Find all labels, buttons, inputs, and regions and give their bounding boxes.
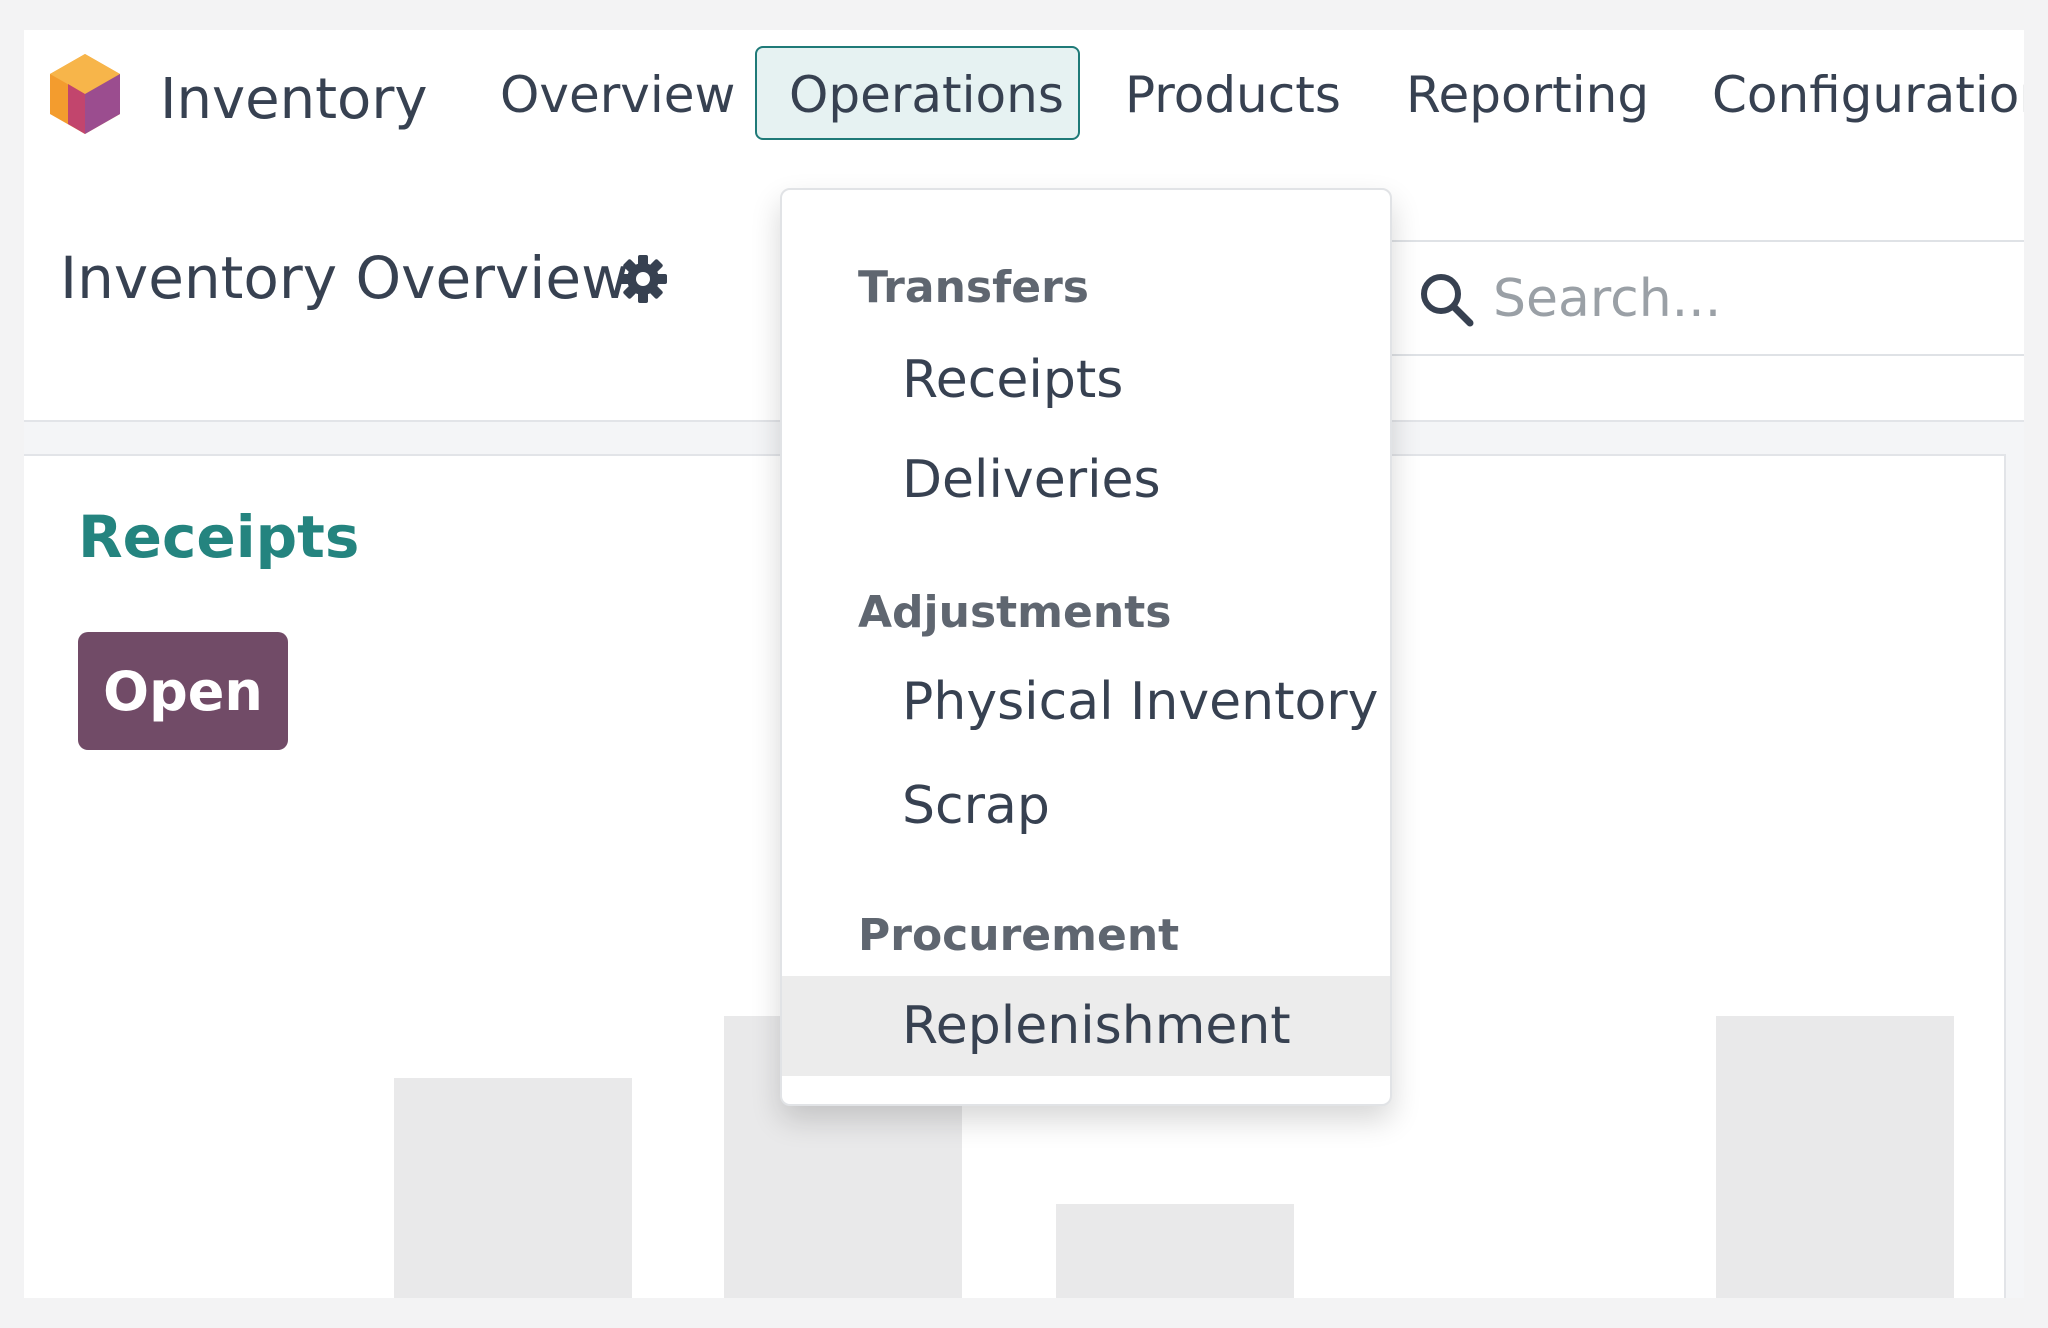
dropdown-item-replenishment[interactable]: Replenishment <box>782 976 1390 1076</box>
dropdown-header-transfers: Transfers <box>858 262 1089 313</box>
graph-placeholder-bar <box>1056 1204 1294 1298</box>
app-name[interactable]: Inventory <box>160 66 427 134</box>
gear-icon[interactable] <box>618 254 668 304</box>
nav-reporting[interactable]: Reporting <box>1372 46 1683 140</box>
dropdown-item-physical-inventory[interactable]: Physical Inventory <box>782 652 1390 752</box>
page-title[interactable]: Inventory Overview <box>60 242 629 314</box>
search-icon <box>1421 274 1474 327</box>
search-box[interactable] <box>1379 240 2024 356</box>
nav-configuration[interactable]: Configuration <box>1678 46 2024 140</box>
nav-operations[interactable]: Operations <box>755 46 1080 140</box>
dropdown-header-procurement: Procurement <box>858 910 1180 961</box>
app-window: Inventory Overview Operations Products R… <box>24 30 2024 1298</box>
graph-placeholder-bar <box>394 1078 632 1298</box>
inventory-logo-icon[interactable] <box>46 52 124 136</box>
dropdown-header-adjustments: Adjustments <box>858 587 1172 638</box>
nav-products[interactable]: Products <box>1091 46 1375 140</box>
operations-dropdown-menu: Transfers Receipts Deliveries Adjustment… <box>780 188 1392 1106</box>
nav-overview[interactable]: Overview <box>466 46 769 140</box>
dropdown-item-scrap[interactable]: Scrap <box>782 756 1390 856</box>
top-navbar: Inventory Overview Operations Products R… <box>24 30 2024 160</box>
dropdown-item-deliveries[interactable]: Deliveries <box>782 430 1390 530</box>
graph-placeholder-bar <box>1716 1016 1954 1298</box>
card-title[interactable]: Receipts <box>78 502 359 572</box>
search-input[interactable] <box>1491 256 2015 342</box>
open-button[interactable]: Open <box>78 632 288 750</box>
dropdown-item-receipts[interactable]: Receipts <box>782 330 1390 430</box>
